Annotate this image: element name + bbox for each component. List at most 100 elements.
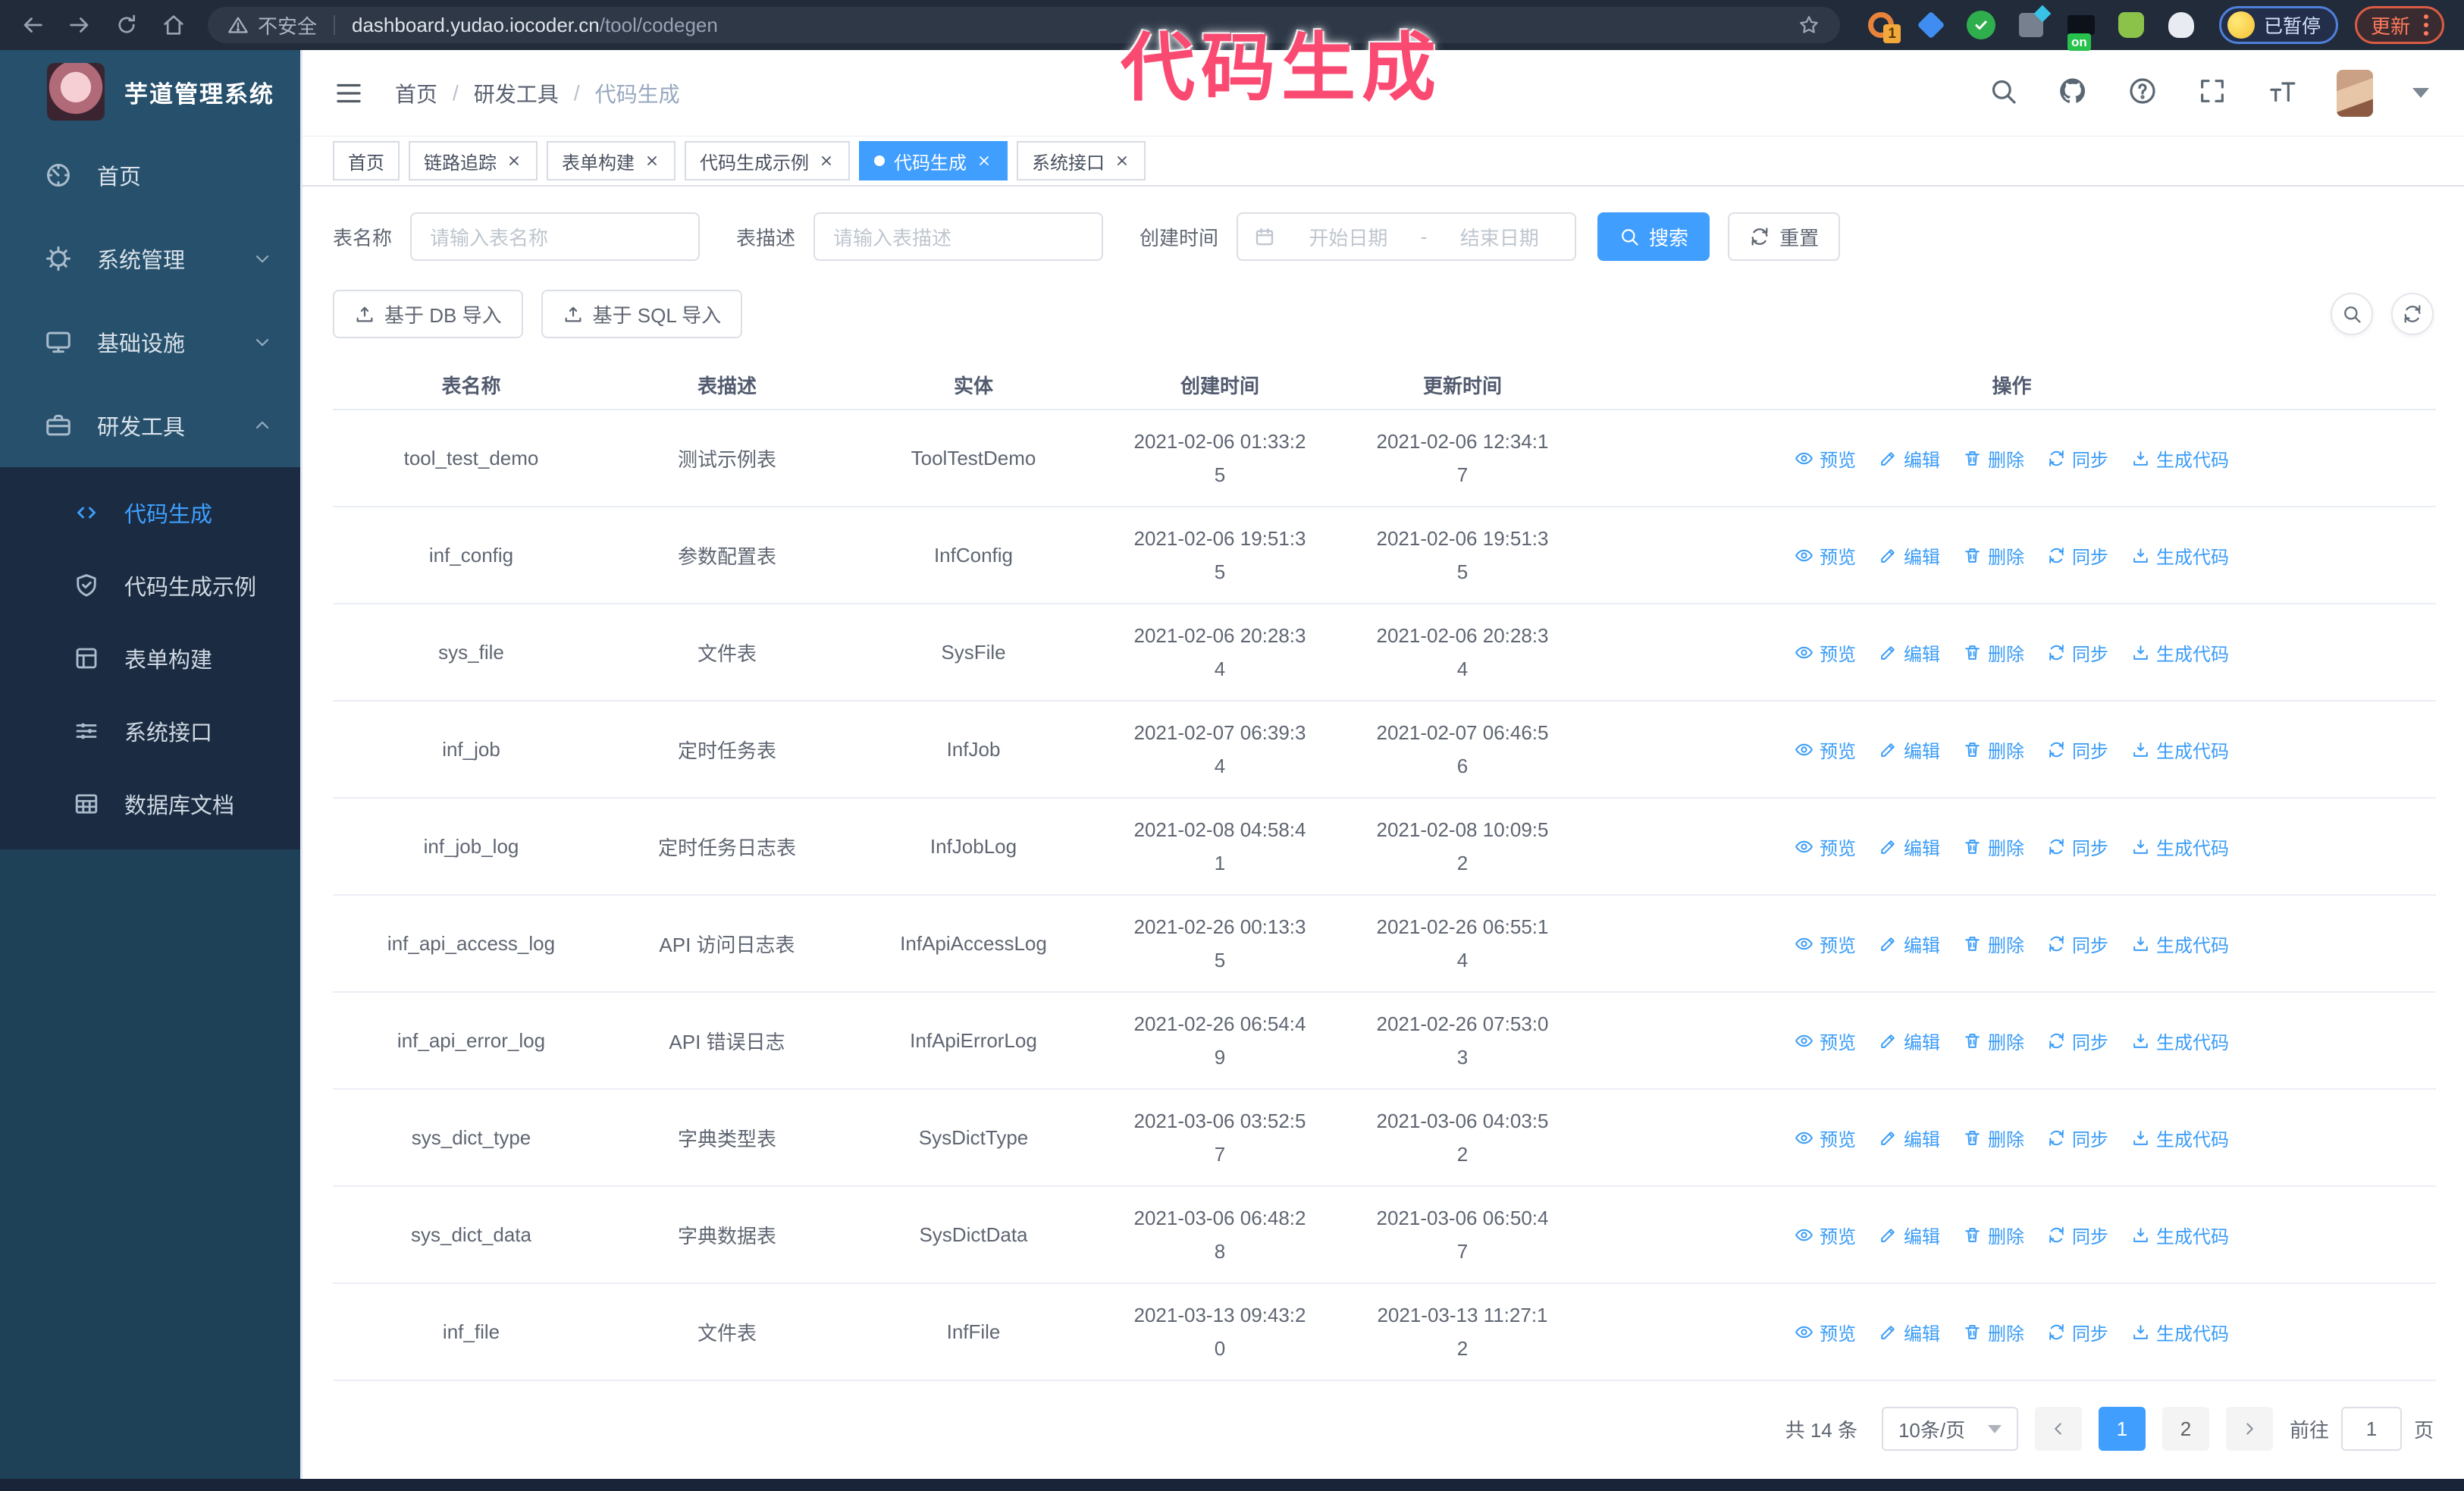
action-trash-link[interactable]: 删除 xyxy=(1963,1028,2024,1054)
action-trash-link[interactable]: 删除 xyxy=(1963,1222,2024,1248)
action-eye-link[interactable]: 预览 xyxy=(1795,833,1856,860)
sidebar-subitem-code[interactable]: 代码生成 xyxy=(0,476,300,549)
page-button-1[interactable]: 1 xyxy=(2098,1407,2146,1451)
start-date-input[interactable]: 开始日期 xyxy=(1288,223,1409,251)
goto-page-input[interactable]: 1 xyxy=(2340,1407,2402,1451)
action-edit-link[interactable]: 编辑 xyxy=(1879,639,1940,666)
action-eye-link[interactable]: 预览 xyxy=(1795,445,1856,472)
extension-icon[interactable] xyxy=(1966,10,1996,40)
text-size-icon[interactable] xyxy=(2267,76,2297,110)
toggle-search-button[interactable] xyxy=(2331,293,2373,335)
fullscreen-icon[interactable] xyxy=(2197,76,2227,110)
action-download-link[interactable]: 生成代码 xyxy=(2131,1319,2229,1345)
security-warning[interactable]: 不安全 xyxy=(227,11,317,39)
user-menu-caret-icon[interactable] xyxy=(2412,88,2429,98)
tab-代码生成[interactable]: 代码生成 xyxy=(859,141,1008,180)
action-edit-link[interactable]: 编辑 xyxy=(1879,1125,1940,1151)
action-edit-link[interactable]: 编辑 xyxy=(1879,445,1940,472)
sidebar-item-toolbox[interactable]: 研发工具 xyxy=(0,384,300,467)
action-trash-link[interactable]: 删除 xyxy=(1963,1125,2024,1151)
action-eye-link[interactable]: 预览 xyxy=(1795,1222,1856,1248)
browser-home-icon[interactable] xyxy=(161,12,187,38)
reset-button[interactable]: 重置 xyxy=(1728,212,1841,261)
action-eye-link[interactable]: 预览 xyxy=(1795,542,1856,569)
browser-update-button[interactable]: 更新 xyxy=(2354,6,2444,44)
end-date-input[interactable]: 结束日期 xyxy=(1439,223,1560,251)
extension-icon[interactable] xyxy=(2116,10,2146,40)
sidebar-item-monitor[interactable]: 基础设施 xyxy=(0,300,300,384)
sidebar-subitem-table-grid[interactable]: 数据库文档 xyxy=(0,767,300,840)
user-avatar[interactable] xyxy=(2337,69,2373,117)
action-edit-link[interactable]: 编辑 xyxy=(1879,1222,1940,1248)
action-trash-link[interactable]: 删除 xyxy=(1963,736,2024,763)
action-eye-link[interactable]: 预览 xyxy=(1795,1125,1856,1151)
browser-forward-icon[interactable] xyxy=(67,12,92,38)
browser-menu-dots-icon[interactable] xyxy=(2424,14,2428,36)
search-button[interactable]: 搜索 xyxy=(1597,212,1710,261)
search-icon[interactable] xyxy=(1988,76,2018,110)
action-download-link[interactable]: 生成代码 xyxy=(2131,931,2229,957)
action-edit-link[interactable]: 编辑 xyxy=(1879,1028,1940,1054)
tab-系统接口[interactable]: 系统接口 xyxy=(1017,141,1146,180)
address-bar[interactable]: 不安全 dashboard.yudao.iocoder.cn/tool/code… xyxy=(208,7,1840,43)
action-trash-link[interactable]: 删除 xyxy=(1963,1319,2024,1345)
help-icon[interactable] xyxy=(2127,76,2158,110)
action-download-link[interactable]: 生成代码 xyxy=(2131,1125,2229,1151)
action-sync-link[interactable]: 同步 xyxy=(2047,833,2108,860)
extension-icon[interactable] xyxy=(2016,10,2046,40)
action-sync-link[interactable]: 同步 xyxy=(2047,1125,2108,1151)
action-sync-link[interactable]: 同步 xyxy=(2047,542,2108,569)
action-eye-link[interactable]: 预览 xyxy=(1795,1028,1856,1054)
sidebar-item-dashboard[interactable]: 首页 xyxy=(0,133,300,217)
collapse-menu-icon[interactable] xyxy=(333,77,365,109)
breadcrumb-item[interactable]: 研发工具 xyxy=(474,78,559,108)
table-desc-input[interactable]: 请输入表描述 xyxy=(813,212,1104,261)
action-edit-link[interactable]: 编辑 xyxy=(1879,833,1940,860)
extension-icon[interactable] xyxy=(2166,10,2196,40)
sidebar-subitem-form[interactable]: 表单构建 xyxy=(0,622,300,695)
action-trash-link[interactable]: 删除 xyxy=(1963,445,2024,472)
page-size-select[interactable]: 10条/页 xyxy=(1881,1407,2018,1451)
action-eye-link[interactable]: 预览 xyxy=(1795,736,1856,763)
date-range-picker[interactable]: 开始日期 - 结束日期 xyxy=(1237,212,1577,261)
tab-首页[interactable]: 首页 xyxy=(333,141,400,180)
github-icon[interactable] xyxy=(2058,76,2088,110)
db-import-button[interactable]: 基于 DB 导入 xyxy=(333,290,523,338)
action-sync-link[interactable]: 同步 xyxy=(2047,1319,2108,1345)
sidebar-subitem-sliders[interactable]: 系统接口 xyxy=(0,695,300,767)
profile-paused-badge[interactable]: 已暂停 xyxy=(2218,6,2338,44)
action-download-link[interactable]: 生成代码 xyxy=(2131,1222,2229,1248)
action-sync-link[interactable]: 同步 xyxy=(2047,1222,2108,1248)
table-name-input[interactable]: 请输入表名称 xyxy=(410,212,701,261)
tab-表单构建[interactable]: 表单构建 xyxy=(547,141,676,180)
action-eye-link[interactable]: 预览 xyxy=(1795,931,1856,957)
action-trash-link[interactable]: 删除 xyxy=(1963,931,2024,957)
extension-icon[interactable]: 1 xyxy=(1866,10,1901,43)
action-sync-link[interactable]: 同步 xyxy=(2047,639,2108,666)
action-download-link[interactable]: 生成代码 xyxy=(2131,639,2229,666)
action-eye-link[interactable]: 预览 xyxy=(1795,1319,1856,1345)
action-download-link[interactable]: 生成代码 xyxy=(2131,445,2229,472)
prev-page-button[interactable] xyxy=(2034,1407,2082,1451)
action-sync-link[interactable]: 同步 xyxy=(2047,736,2108,763)
action-trash-link[interactable]: 删除 xyxy=(1963,833,2024,860)
action-edit-link[interactable]: 编辑 xyxy=(1879,736,1940,763)
tab-链路追踪[interactable]: 链路追踪 xyxy=(409,141,538,180)
action-edit-link[interactable]: 编辑 xyxy=(1879,1319,1940,1345)
browser-back-icon[interactable] xyxy=(20,12,45,38)
action-download-link[interactable]: 生成代码 xyxy=(2131,542,2229,569)
bookmark-star-icon[interactable] xyxy=(1798,14,1820,36)
next-page-button[interactable] xyxy=(2225,1407,2273,1451)
extension-icon[interactable]: on xyxy=(2066,10,2096,51)
action-trash-link[interactable]: 删除 xyxy=(1963,542,2024,569)
breadcrumb-item[interactable]: 首页 xyxy=(395,78,437,108)
sidebar-subitem-shield-check[interactable]: 代码生成示例 xyxy=(0,549,300,622)
tab-代码生成示例[interactable]: 代码生成示例 xyxy=(685,141,850,180)
sidebar-item-gear[interactable]: 系统管理 xyxy=(0,217,300,300)
action-edit-link[interactable]: 编辑 xyxy=(1879,931,1940,957)
action-eye-link[interactable]: 预览 xyxy=(1795,639,1856,666)
action-download-link[interactable]: 生成代码 xyxy=(2131,736,2229,763)
action-sync-link[interactable]: 同步 xyxy=(2047,931,2108,957)
action-trash-link[interactable]: 删除 xyxy=(1963,639,2024,666)
extension-icon[interactable] xyxy=(1916,10,1946,40)
